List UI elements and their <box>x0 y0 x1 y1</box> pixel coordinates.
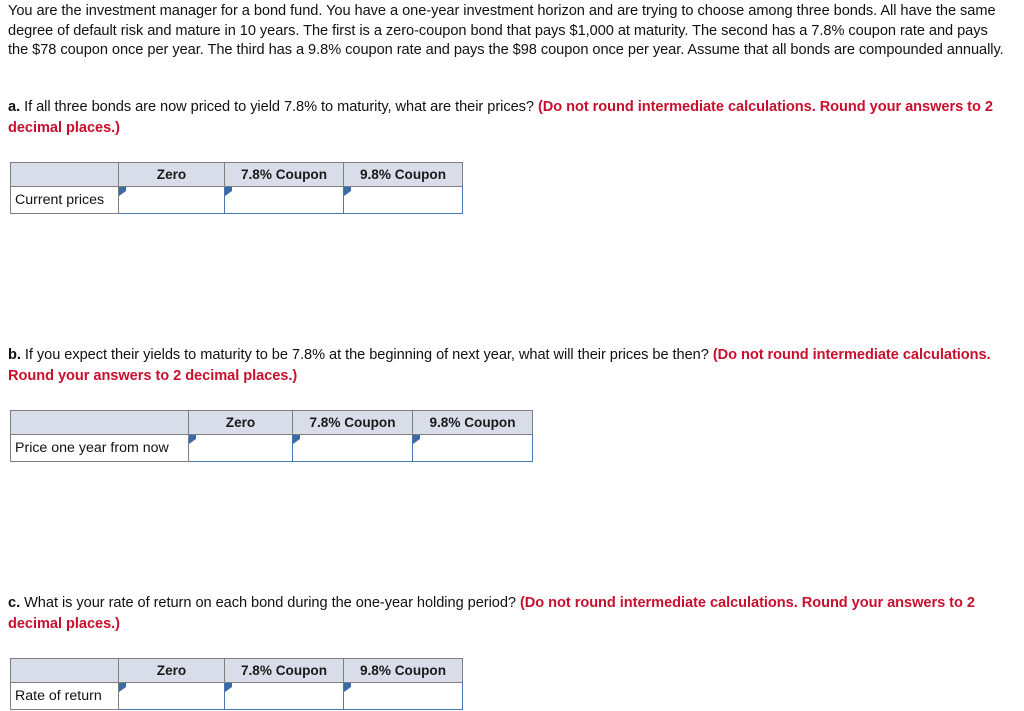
cell-corner-marker-icon <box>293 435 300 444</box>
table-b-header-zero: Zero <box>188 410 293 435</box>
cell-corner-marker-icon <box>413 435 420 444</box>
table-b-input-zero[interactable] <box>188 434 293 462</box>
table-c-header-coupon-98: 9.8% Coupon <box>343 658 463 683</box>
table-a-corner-header <box>10 162 119 187</box>
cell-corner-marker-icon <box>119 187 126 196</box>
table-b-input-coupon-98[interactable] <box>412 434 533 462</box>
table-a-input-coupon-98[interactable] <box>343 186 463 214</box>
cell-corner-marker-icon <box>189 435 196 444</box>
cell-corner-marker-icon <box>344 187 351 196</box>
table-a-header-coupon-98: 9.8% Coupon <box>343 162 463 187</box>
cell-corner-marker-icon <box>344 683 351 692</box>
question-c-text: What is your rate of return on each bond… <box>20 595 520 611</box>
cell-corner-marker-icon <box>119 683 126 692</box>
cell-corner-marker-icon <box>225 683 232 692</box>
question-c: c. What is your rate of return on each b… <box>8 593 1018 635</box>
table-b-row-label: Price one year from now <box>10 434 189 462</box>
question-c-letter: c. <box>8 595 21 611</box>
table-b-row-price-one-year: Price one year from now <box>10 434 533 462</box>
table-b-input-coupon-78[interactable] <box>292 434 413 462</box>
question-a-letter: a. <box>8 99 21 115</box>
table-b-header-coupon-98: 9.8% Coupon <box>412 410 533 435</box>
answer-table-c: Zero 7.8% Coupon 9.8% Coupon Rate of ret… <box>10 658 463 710</box>
table-b-header-row: Zero 7.8% Coupon 9.8% Coupon <box>10 410 533 435</box>
question-a: a. If all three bonds are now priced to … <box>8 97 1018 139</box>
table-a-input-coupon-78[interactable] <box>224 186 344 214</box>
table-c-header-zero: Zero <box>118 658 225 683</box>
table-c-header-row: Zero 7.8% Coupon 9.8% Coupon <box>10 658 463 683</box>
table-a-input-zero[interactable] <box>118 186 225 214</box>
table-c-input-coupon-78[interactable] <box>224 682 344 710</box>
question-b: b. If you expect their yields to maturit… <box>8 345 1018 387</box>
table-a-header-coupon-78: 7.8% Coupon <box>224 162 344 187</box>
question-b-text: If you expect their yields to maturity t… <box>20 347 713 363</box>
answer-table-a: Zero 7.8% Coupon 9.8% Coupon Current pri… <box>10 162 463 214</box>
table-c-input-coupon-98[interactable] <box>343 682 463 710</box>
worksheet-page: You are the investment manager for a bon… <box>0 0 1024 711</box>
table-b-corner-header <box>10 410 189 435</box>
table-c-row-label: Rate of return <box>10 682 119 710</box>
table-a-header-row: Zero 7.8% Coupon 9.8% Coupon <box>10 162 463 187</box>
table-a-row-label: Current prices <box>10 186 119 214</box>
table-c-header-coupon-78: 7.8% Coupon <box>224 658 344 683</box>
table-a-header-zero: Zero <box>118 162 225 187</box>
table-b-header-coupon-78: 7.8% Coupon <box>292 410 413 435</box>
table-a-row-current-prices: Current prices <box>10 186 463 214</box>
question-b-letter: b. <box>8 347 21 363</box>
answer-table-b: Zero 7.8% Coupon 9.8% Coupon Price one y… <box>10 410 533 462</box>
problem-statement: You are the investment manager for a bon… <box>8 3 1004 59</box>
table-c-row-rate-of-return: Rate of return <box>10 682 463 710</box>
question-a-text: If all three bonds are now priced to yie… <box>20 99 538 115</box>
table-c-input-zero[interactable] <box>118 682 225 710</box>
cell-corner-marker-icon <box>225 187 232 196</box>
table-c-corner-header <box>10 658 119 683</box>
